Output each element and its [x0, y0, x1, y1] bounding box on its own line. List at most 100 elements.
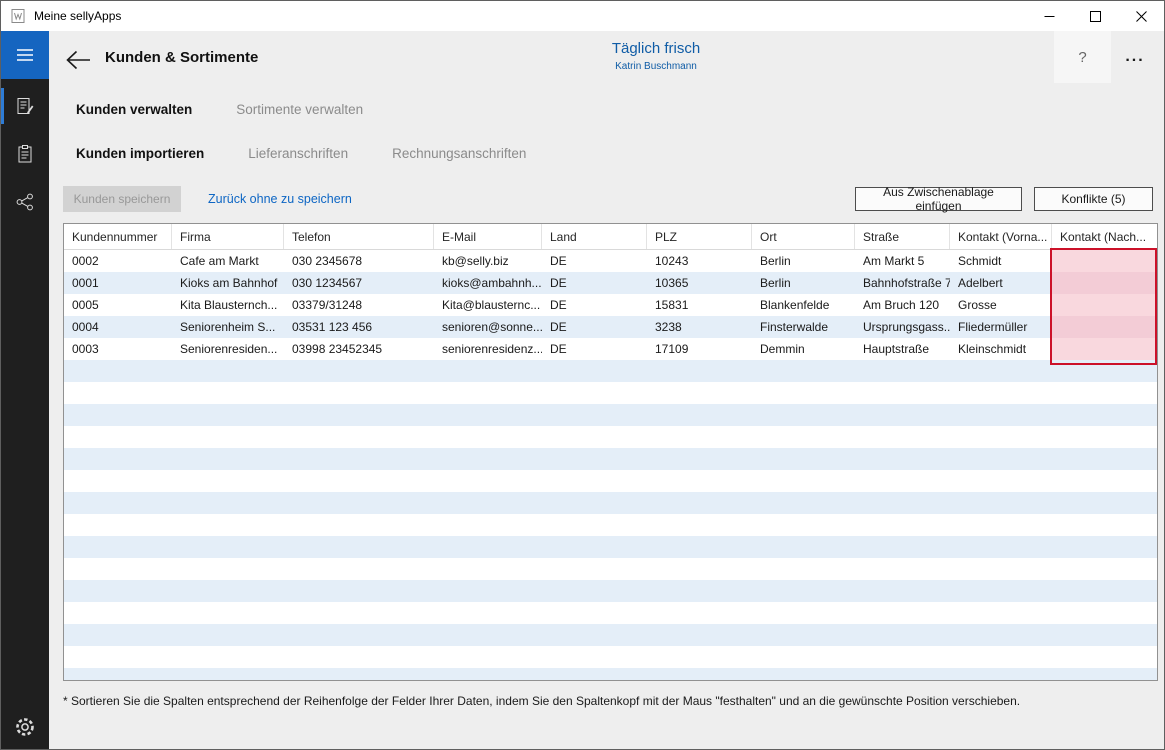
- save-button[interactable]: Kunden speichern: [63, 186, 181, 212]
- app-icon: [10, 8, 26, 24]
- table-cell[interactable]: Demmin: [752, 338, 855, 360]
- table-row[interactable]: 0004Seniorenheim S...03531 123 456senior…: [64, 316, 1157, 338]
- table-cell[interactable]: DE: [542, 294, 647, 316]
- table-row[interactable]: 0003Seniorenresiden...03998 23452345seni…: [64, 338, 1157, 360]
- table-row[interactable]: 0002Cafe am Markt030 2345678kb@selly.biz…: [64, 250, 1157, 272]
- table-cell[interactable]: seniorenresidenz...: [434, 338, 542, 360]
- empty-row: [64, 668, 1157, 681]
- table-cell[interactable]: [1052, 250, 1157, 272]
- table-cell[interactable]: [1052, 316, 1157, 338]
- table-cell[interactable]: Finsterwalde: [752, 316, 855, 338]
- table-cell[interactable]: Kleinschmidt: [950, 338, 1052, 360]
- table-row[interactable]: 0001Kioks am Bahnhof030 1234567kioks@amb…: [64, 272, 1157, 294]
- table-cell[interactable]: 030 2345678: [284, 250, 434, 272]
- help-icon: ?: [1078, 49, 1086, 66]
- account-info[interactable]: Täglich frisch Katrin Buschmann: [612, 40, 700, 72]
- table-body: 0002Cafe am Markt030 2345678kb@selly.biz…: [64, 250, 1157, 681]
- close-icon: [1136, 11, 1147, 22]
- table-cell[interactable]: 03998 23452345: [284, 338, 434, 360]
- table-cell[interactable]: Berlin: [752, 272, 855, 294]
- paste-from-clipboard-button[interactable]: Aus Zwischenablage einfügen: [855, 187, 1022, 211]
- sidebar-item-clipboard[interactable]: [1, 130, 49, 178]
- column-header[interactable]: Telefon: [284, 224, 434, 249]
- table-cell[interactable]: Kioks am Bahnhof: [172, 272, 284, 294]
- table-cell[interactable]: 0002: [64, 250, 172, 272]
- table-cell[interactable]: Am Bruch 120: [855, 294, 950, 316]
- table-cell[interactable]: 17109: [647, 338, 752, 360]
- column-header[interactable]: Kontakt (Nach...: [1052, 224, 1157, 249]
- sidebar: [1, 31, 49, 750]
- table-cell[interactable]: DE: [542, 338, 647, 360]
- column-header[interactable]: Ort: [752, 224, 855, 249]
- table-cell[interactable]: senioren@sonne...: [434, 316, 542, 338]
- table-cell[interactable]: Fliedermüller: [950, 316, 1052, 338]
- empty-row: [64, 492, 1157, 514]
- table-cell[interactable]: [1052, 294, 1157, 316]
- table-cell[interactable]: 0001: [64, 272, 172, 294]
- page-title: Kunden & Sortimente: [105, 49, 258, 66]
- minimize-button[interactable]: [1026, 1, 1072, 31]
- column-header[interactable]: Kontakt (Vorna...: [950, 224, 1052, 249]
- table-cell[interactable]: 03379/31248: [284, 294, 434, 316]
- column-header[interactable]: Kundennummer: [64, 224, 172, 249]
- table-row[interactable]: 0005Kita Blausternch...03379/31248Kita@b…: [64, 294, 1157, 316]
- sidebar-item-customers[interactable]: [1, 82, 49, 130]
- empty-row: [64, 382, 1157, 404]
- sidebar-item-settings[interactable]: [1, 703, 49, 750]
- table-cell[interactable]: Berlin: [752, 250, 855, 272]
- table-cell[interactable]: Blankenfelde: [752, 294, 855, 316]
- table-cell[interactable]: Hauptstraße: [855, 338, 950, 360]
- table-cell[interactable]: Adelbert: [950, 272, 1052, 294]
- column-header[interactable]: Firma: [172, 224, 284, 249]
- table-cell[interactable]: Seniorenheim S...: [172, 316, 284, 338]
- back-button[interactable]: [65, 46, 95, 74]
- table-cell[interactable]: Cafe am Markt: [172, 250, 284, 272]
- sidebar-item-share[interactable]: [1, 178, 49, 226]
- table-cell[interactable]: DE: [542, 272, 647, 294]
- empty-row: [64, 580, 1157, 602]
- tab-lieferanschriften[interactable]: Lieferanschriften: [248, 146, 348, 161]
- table-cell[interactable]: Kita Blausternch...: [172, 294, 284, 316]
- table-cell[interactable]: 030 1234567: [284, 272, 434, 294]
- account-name: Täglich frisch: [612, 40, 700, 57]
- table-cell[interactable]: kb@selly.biz: [434, 250, 542, 272]
- table-cell[interactable]: [1052, 338, 1157, 360]
- conflicts-button[interactable]: Konflikte (5): [1034, 187, 1153, 211]
- table-cell[interactable]: Seniorenresiden...: [172, 338, 284, 360]
- close-button[interactable]: [1118, 1, 1164, 31]
- table-cell[interactable]: Ursprungsgass...: [855, 316, 950, 338]
- table-cell[interactable]: 03531 123 456: [284, 316, 434, 338]
- table-cell[interactable]: Kita@blausternc...: [434, 294, 542, 316]
- table-cell[interactable]: 0004: [64, 316, 172, 338]
- table-cell[interactable]: Bahnhofstraße 7: [855, 272, 950, 294]
- table-cell[interactable]: [1052, 272, 1157, 294]
- column-header[interactable]: Straße: [855, 224, 950, 249]
- table-cell[interactable]: 10243: [647, 250, 752, 272]
- empty-row: [64, 536, 1157, 558]
- table-cell[interactable]: kioks@ambahnh...: [434, 272, 542, 294]
- tab-sortimente-verwalten[interactable]: Sortimente verwalten: [236, 102, 363, 117]
- table-cell[interactable]: 15831: [647, 294, 752, 316]
- table-cell[interactable]: 10365: [647, 272, 752, 294]
- table-cell[interactable]: Schmidt: [950, 250, 1052, 272]
- help-button[interactable]: ?: [1054, 31, 1111, 83]
- tab-rechnungsanschriften[interactable]: Rechnungsanschriften: [392, 146, 526, 161]
- maximize-button[interactable]: [1072, 1, 1118, 31]
- table-cell[interactable]: DE: [542, 250, 647, 272]
- tab-kunden-importieren[interactable]: Kunden importieren: [76, 146, 204, 161]
- back-without-saving-link[interactable]: Zurück ohne zu speichern: [208, 192, 352, 206]
- table-cell[interactable]: Grosse: [950, 294, 1052, 316]
- table-cell[interactable]: Am Markt 5: [855, 250, 950, 272]
- table-cell[interactable]: DE: [542, 316, 647, 338]
- column-header[interactable]: Land: [542, 224, 647, 249]
- column-header[interactable]: E-Mail: [434, 224, 542, 249]
- more-button[interactable]: ...: [1114, 39, 1156, 75]
- column-header[interactable]: PLZ: [647, 224, 752, 249]
- hamburger-menu-button[interactable]: [1, 31, 49, 79]
- empty-row: [64, 404, 1157, 426]
- table-cell[interactable]: 0005: [64, 294, 172, 316]
- table-header: KundennummerFirmaTelefonE-MailLandPLZOrt…: [64, 224, 1157, 250]
- tab-kunden-verwalten[interactable]: Kunden verwalten: [76, 102, 192, 117]
- table-cell[interactable]: 3238: [647, 316, 752, 338]
- table-cell[interactable]: 0003: [64, 338, 172, 360]
